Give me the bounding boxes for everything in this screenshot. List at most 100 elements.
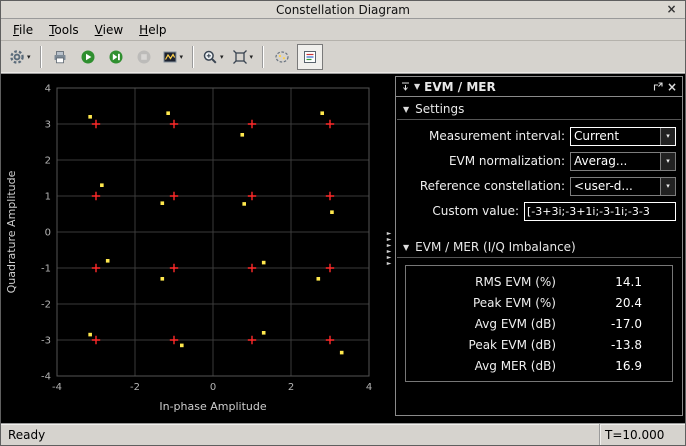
measurement-value: -13.8 [556,338,672,352]
measurement-row: RMS EVM (%)14.1 [406,271,672,292]
dropdown-arrow-icon[interactable]: ▾ [180,53,184,61]
step-forward-button[interactable] [103,44,129,70]
chevron-down-icon[interactable]: ▾ [660,153,675,170]
print-button[interactable] [47,44,73,70]
status-text: Ready [1,428,599,442]
measurement-value: 14.1 [556,275,672,289]
chevron-down-icon[interactable]: ▾ [660,178,675,195]
fit-to-view-button[interactable]: ▾ [229,44,257,70]
evm-mer-panel: ▼ EVM / MER × ▼ Settings Measurement int… [395,76,683,416]
highlight-constellation-button[interactable] [269,44,295,70]
dropdown-arrow-icon[interactable]: ▾ [250,53,254,61]
measurements-header-label: EVM / MER (I/Q Imbalance) [415,240,576,254]
chevron-down-icon: ▼ [403,105,409,114]
evm-normalization-select[interactable]: Averag...▾ [570,152,676,171]
dock-icon[interactable] [401,82,410,91]
svg-text:3: 3 [45,120,51,131]
close-icon[interactable]: × [664,2,679,17]
reference-constellation-select[interactable]: <user-d...▾ [570,177,676,196]
measurement-value: -17.0 [556,317,672,331]
menu-help[interactable]: Help [131,20,174,40]
simulation-time: T=10.000 [599,424,685,445]
chevron-down-icon: ▼ [403,243,409,252]
measurements-panel-button[interactable] [297,44,323,70]
svg-text:4: 4 [45,84,51,95]
measurement-interval-select[interactable]: Current▾ [570,127,676,146]
custom-value-input[interactable] [524,202,676,221]
printer-icon [52,49,68,65]
constellation-plot[interactable]: -4-2024-4-3-2-101234In-phase AmplitudeQu… [1,74,383,422]
evm-normalization-value: Averag... [571,154,660,168]
svg-text:2: 2 [45,156,51,167]
panel-close-icon[interactable]: × [667,80,677,94]
toolbar-separator [192,46,193,68]
zoom-button[interactable]: ▾ [199,44,227,70]
chevron-down-icon[interactable]: ▾ [660,128,675,145]
svg-text:-2: -2 [41,300,51,311]
measurements-box: RMS EVM (%)14.1Peak EVM (%)20.4Avg EVM (… [405,265,673,382]
zoom-icon [202,49,218,65]
measurements-rows: RMS EVM (%)14.1Peak EVM (%)20.4Avg EVM (… [406,271,672,376]
measurement-row: Avg MER (dB)16.9 [406,355,672,376]
menu-view[interactable]: View [87,20,131,40]
settings-rows: Measurement interval:Current▾ EVM normali… [396,120,682,225]
measurement-label: RMS EVM (%) [406,275,556,289]
settings-header-label: Settings [415,102,464,116]
settings-button[interactable]: ▾ [6,44,34,70]
constellation-diagram-window: Constellation Diagram × FileToolsViewHel… [0,0,686,446]
dropdown-arrow-icon[interactable]: ▾ [27,53,31,61]
toolbar: ▾ ▾ ▾ ▾ [1,41,685,74]
title-bar: Constellation Diagram × [1,1,685,19]
svg-text:-4: -4 [41,372,51,383]
stop-icon [136,49,152,65]
measurement-row: Peak EVM (dB)-13.8 [406,334,672,355]
svg-text:-1: -1 [41,264,51,275]
y-axis-label: Quadrature Amplitude [5,170,18,293]
measurement-label: Peak EVM (dB) [406,338,556,352]
window-title: Constellation Diagram [1,3,685,17]
panel-title: EVM / MER [424,80,649,94]
evm-normalization-label: EVM normalization: [400,154,565,168]
measurement-label: Avg MER (dB) [406,359,556,373]
reference-constellation-row: Reference constellation: <user-d...▾ [400,176,676,196]
splitter-arrow-icon: ► [387,261,392,267]
measurements-panel-icon [302,49,318,65]
menu-file[interactable]: File [5,20,41,40]
svg-text:1: 1 [45,192,51,203]
measurement-value: 20.4 [556,296,672,310]
dropdown-arrow-icon[interactable]: ▾ [220,53,224,61]
svg-text:-2: -2 [130,382,140,393]
menu-tools[interactable]: Tools [41,20,87,40]
measurements-section-header[interactable]: ▼ EVM / MER (I/Q Imbalance) [397,235,681,258]
svg-text:2: 2 [288,382,294,393]
y-tick-labels: -4 -3 -2 -1 0 1 2 3 4 [41,84,51,383]
x-tick-labels: -4-2024 [52,382,372,393]
measurement-interval-value: Current [571,129,660,143]
measurement-value: 16.9 [556,359,672,373]
scope-icon [162,49,178,65]
toolbar-separator [262,46,263,68]
run-button[interactable] [75,44,101,70]
measurement-label: Avg EVM (dB) [406,317,556,331]
undock-icon[interactable] [653,82,663,92]
custom-value-row: Custom value: [400,201,676,221]
measurement-row: Avg EVM (dB)-17.0 [406,313,672,334]
status-bar: Ready T=10.000 [1,423,685,445]
evm-normalization-row: EVM normalization: Averag...▾ [400,151,676,171]
panel-collapse-splitter[interactable]: ►►►►►► [383,74,395,423]
measurement-label: Peak EVM (%) [406,296,556,310]
svg-text:0: 0 [45,228,51,239]
fit-to-view-icon [232,49,248,65]
menu-bar: FileToolsViewHelp [1,19,685,41]
svg-text:4: 4 [366,382,372,393]
svg-text:-3: -3 [41,336,51,347]
style-settings-button[interactable]: ▾ [159,44,187,70]
plot-area: -4-2024-4-3-2-101234In-phase AmplitudeQu… [1,74,383,423]
x-axis-label: In-phase Amplitude [159,400,266,413]
measurement-interval-row: Measurement interval:Current▾ [400,126,676,146]
toolbar-separator [40,46,41,68]
run-icon [80,49,96,65]
reference-constellation-label: Reference constellation: [400,179,565,193]
settings-section-header[interactable]: ▼ Settings [397,97,681,120]
collapse-panel-icon[interactable]: ▼ [414,82,420,91]
